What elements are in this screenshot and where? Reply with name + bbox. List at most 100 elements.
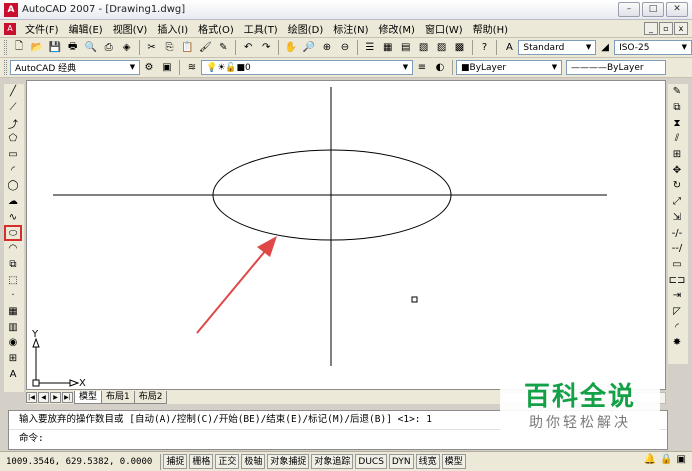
clean-screen-icon[interactable]: ▣ — [677, 454, 686, 465]
layer-manager-icon[interactable]: ≋ — [184, 60, 200, 76]
chamfer-icon[interactable]: ◸ — [668, 304, 686, 320]
coordinate-readout[interactable]: 1009.3546, 629.5382, 0.0000 — [0, 453, 162, 470]
fillet-icon[interactable]: ◜ — [668, 319, 686, 335]
point-icon[interactable]: · — [4, 288, 22, 304]
arc-icon[interactable]: ◜ — [4, 162, 22, 178]
construction-line-icon[interactable]: ⟋ — [4, 100, 22, 116]
polyline-icon[interactable]: ⤴ — [4, 115, 22, 131]
menu-draw[interactable]: 绘图(D) — [283, 21, 329, 36]
sheet-set-icon[interactable]: ▧ — [416, 40, 432, 56]
text-style-select[interactable]: Standard ▼ — [518, 40, 597, 55]
break-at-point-icon[interactable]: ▭ — [668, 257, 686, 273]
paste-icon[interactable]: 📋 — [179, 40, 195, 56]
erase-icon[interactable]: ✎ — [668, 84, 686, 100]
menu-tools[interactable]: 工具(T) — [239, 21, 283, 36]
array-icon[interactable]: ⊞ — [668, 147, 686, 163]
break-icon[interactable]: ⊏⊐ — [668, 272, 686, 288]
save-icon[interactable]: 💾 — [47, 40, 63, 56]
copy-object-icon[interactable]: ⧉ — [668, 100, 686, 116]
line-icon[interactable]: ╱ — [4, 84, 22, 100]
menu-edit[interactable]: 编辑(E) — [64, 21, 108, 36]
extend-icon[interactable]: --/ — [668, 241, 686, 257]
move-icon[interactable]: ✥ — [668, 162, 686, 178]
block-editor-icon[interactable]: ✎ — [215, 40, 231, 56]
ellipse-arc-icon[interactable]: ◠ — [4, 241, 22, 257]
maximize-button[interactable]: □ — [642, 2, 664, 17]
document-icon[interactable]: A — [4, 22, 16, 35]
mirror-icon[interactable]: ⧗ — [668, 115, 686, 131]
scale-icon[interactable]: ⤢ — [668, 194, 686, 210]
redo-icon[interactable]: ↷ — [258, 40, 274, 56]
close-button[interactable]: ✕ — [666, 2, 688, 17]
region-icon[interactable]: ◉ — [4, 335, 22, 351]
cut-icon[interactable]: ✂ — [144, 40, 160, 56]
workspace-settings-icon[interactable]: ⚙ — [141, 60, 157, 76]
lineweight-toggle[interactable]: 线宽 — [415, 454, 440, 469]
calculator-icon[interactable]: ▩ — [452, 40, 468, 56]
print-icon[interactable]: 🖶 — [65, 40, 81, 56]
color-select[interactable]: ■ ByLayer ▼ — [456, 60, 562, 75]
properties-icon[interactable]: ☰ — [362, 40, 378, 56]
make-block-icon[interactable]: ⬚ — [4, 272, 22, 288]
pan-icon[interactable]: ✋ — [283, 40, 299, 56]
table-icon[interactable]: ⊞ — [4, 351, 22, 367]
menu-help[interactable]: 帮助(H) — [468, 21, 513, 36]
trim-icon[interactable]: -/- — [668, 225, 686, 241]
drawing-canvas[interactable]: Y X — [26, 80, 666, 390]
3d-dwf-icon[interactable]: ◈ — [119, 40, 135, 56]
otrack-toggle[interactable]: 对象追踪 — [311, 454, 354, 469]
explode-icon[interactable]: ✸ — [668, 335, 686, 351]
polar-toggle[interactable]: 极轴 — [241, 454, 266, 469]
first-tab-button[interactable]: |◀ — [26, 391, 37, 403]
snap-toggle[interactable]: 捕捉 — [163, 454, 188, 469]
rotate-icon[interactable]: ↻ — [668, 178, 686, 194]
match-properties-icon[interactable]: 🖌 — [197, 40, 213, 56]
ellipse-icon[interactable]: ⬭ — [4, 225, 22, 241]
print-preview-icon[interactable]: 🔍 — [83, 40, 99, 56]
menu-file[interactable]: 文件(F) — [20, 21, 64, 36]
osnap-toggle[interactable]: 对象捕捉 — [267, 454, 310, 469]
polygon-icon[interactable]: ⬠ — [4, 131, 22, 147]
toolbar-grip[interactable] — [4, 60, 7, 75]
doc-close-button[interactable]: x — [674, 22, 688, 35]
zoom-realtime-icon[interactable]: 🔎 — [301, 40, 317, 56]
menu-view[interactable]: 视图(V) — [108, 21, 153, 36]
rectangle-icon[interactable]: ▭ — [4, 147, 22, 163]
last-tab-button[interactable]: ▶| — [62, 391, 73, 403]
undo-icon[interactable]: ↶ — [240, 40, 256, 56]
tab-layout1[interactable]: 布局1 — [101, 390, 135, 404]
dim-style-select[interactable]: ISO-25 ▼ — [614, 40, 692, 55]
menu-window[interactable]: 窗口(W) — [420, 21, 468, 36]
minimize-button[interactable]: – — [618, 2, 640, 17]
circle-icon[interactable]: ◯ — [4, 178, 22, 194]
linetype-select[interactable]: ———— ByLayer — [566, 60, 666, 75]
multiline-text-icon[interactable]: A — [4, 366, 22, 382]
communication-center-icon[interactable]: 🔔 — [644, 454, 656, 465]
workspace-select[interactable]: AutoCAD 经典 ▼ — [10, 60, 140, 75]
lock-icon[interactable]: 🔒 — [660, 454, 672, 465]
workspace-save-icon[interactable]: ▣ — [159, 60, 175, 76]
make-current-layer-icon[interactable]: ≡ — [414, 60, 430, 76]
stretch-icon[interactable]: ⇲ — [668, 210, 686, 226]
insert-block-icon[interactable]: ⧉ — [4, 257, 22, 273]
open-folder-icon[interactable]: 📂 — [29, 40, 45, 56]
zoom-window-icon[interactable]: ⊕ — [319, 40, 335, 56]
spline-icon[interactable]: ∿ — [4, 210, 22, 226]
doc-restore-button[interactable]: ▫ — [659, 22, 673, 35]
gradient-icon[interactable]: ▥ — [4, 319, 22, 335]
grid-toggle[interactable]: 栅格 — [189, 454, 214, 469]
menu-format[interactable]: 格式(O) — [193, 21, 239, 36]
next-tab-button[interactable]: ▶ — [50, 391, 61, 403]
help-icon[interactable]: ? — [477, 40, 493, 56]
layer-previous-icon[interactable]: ◐ — [432, 60, 448, 76]
ortho-toggle[interactable]: 正交 — [215, 454, 240, 469]
layer-select[interactable]: 💡☀🔓■ 0 ▼ — [201, 60, 413, 75]
menu-modify[interactable]: 修改(M) — [374, 21, 420, 36]
zoom-previous-icon[interactable]: ⊖ — [337, 40, 353, 56]
toolbar-grip[interactable] — [4, 40, 7, 55]
revision-cloud-icon[interactable]: ☁ — [4, 194, 22, 210]
new-file-icon[interactable]: 🗋 — [11, 40, 27, 56]
menu-insert[interactable]: 插入(I) — [152, 21, 193, 36]
model-toggle[interactable]: 模型 — [441, 454, 466, 469]
prev-tab-button[interactable]: ◀ — [38, 391, 49, 403]
